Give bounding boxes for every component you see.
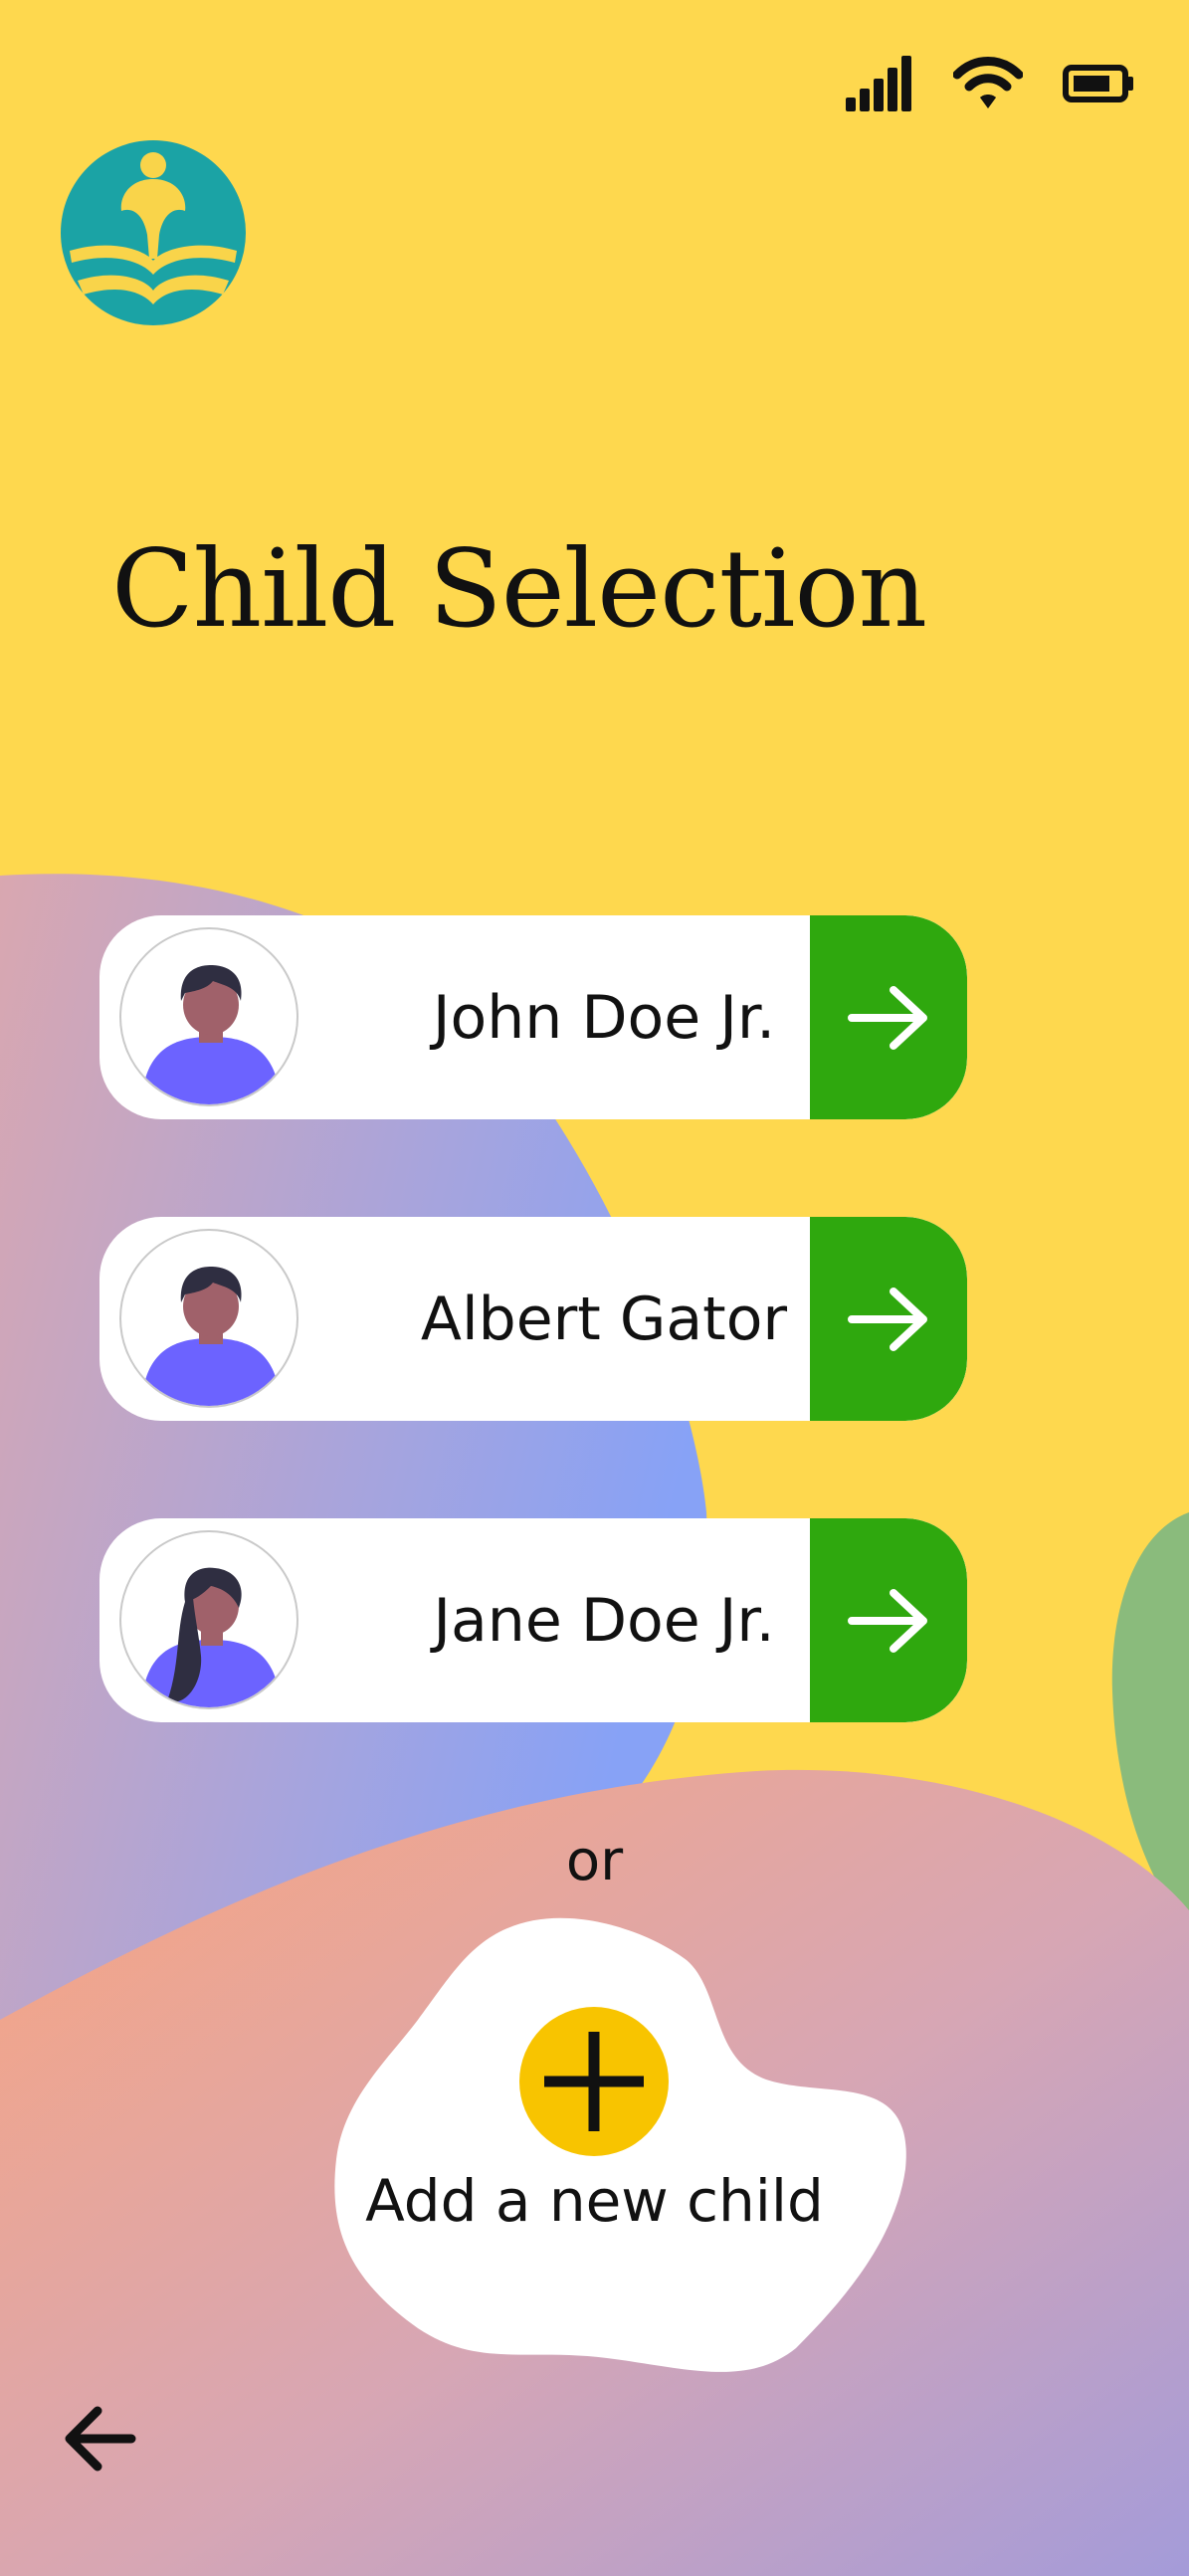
arrow-right-icon bbox=[848, 1287, 927, 1351]
cellular-signal-icon bbox=[846, 56, 911, 111]
select-child-button[interactable] bbox=[810, 915, 967, 1119]
boy-avatar-icon bbox=[119, 1229, 298, 1408]
status-bar bbox=[846, 55, 1134, 112]
separator-text: or bbox=[565, 1829, 624, 1893]
battery-icon bbox=[1063, 65, 1133, 102]
child-card[interactable]: John Doe Jr. bbox=[99, 915, 967, 1119]
page-title: Child Selection bbox=[111, 527, 927, 652]
add-child-plus-button[interactable] bbox=[519, 2007, 669, 2156]
arrow-left-icon[interactable] bbox=[62, 2401, 137, 2477]
child-card[interactable]: Jane Doe Jr. bbox=[99, 1518, 967, 1722]
plus-icon bbox=[544, 2032, 644, 2131]
boy-avatar-icon bbox=[119, 927, 298, 1106]
wifi-icon bbox=[953, 57, 1023, 108]
arrow-right-icon bbox=[848, 1588, 927, 1653]
select-child-button[interactable] bbox=[810, 1217, 967, 1421]
child-card[interactable]: Albert Gator bbox=[99, 1217, 967, 1421]
add-child-label[interactable]: Add a new child bbox=[328, 2167, 861, 2235]
leaf-emblem-icon bbox=[61, 140, 246, 325]
girl-avatar-icon bbox=[119, 1530, 298, 1709]
arrow-right-icon bbox=[848, 985, 927, 1050]
select-child-button[interactable] bbox=[810, 1518, 967, 1722]
